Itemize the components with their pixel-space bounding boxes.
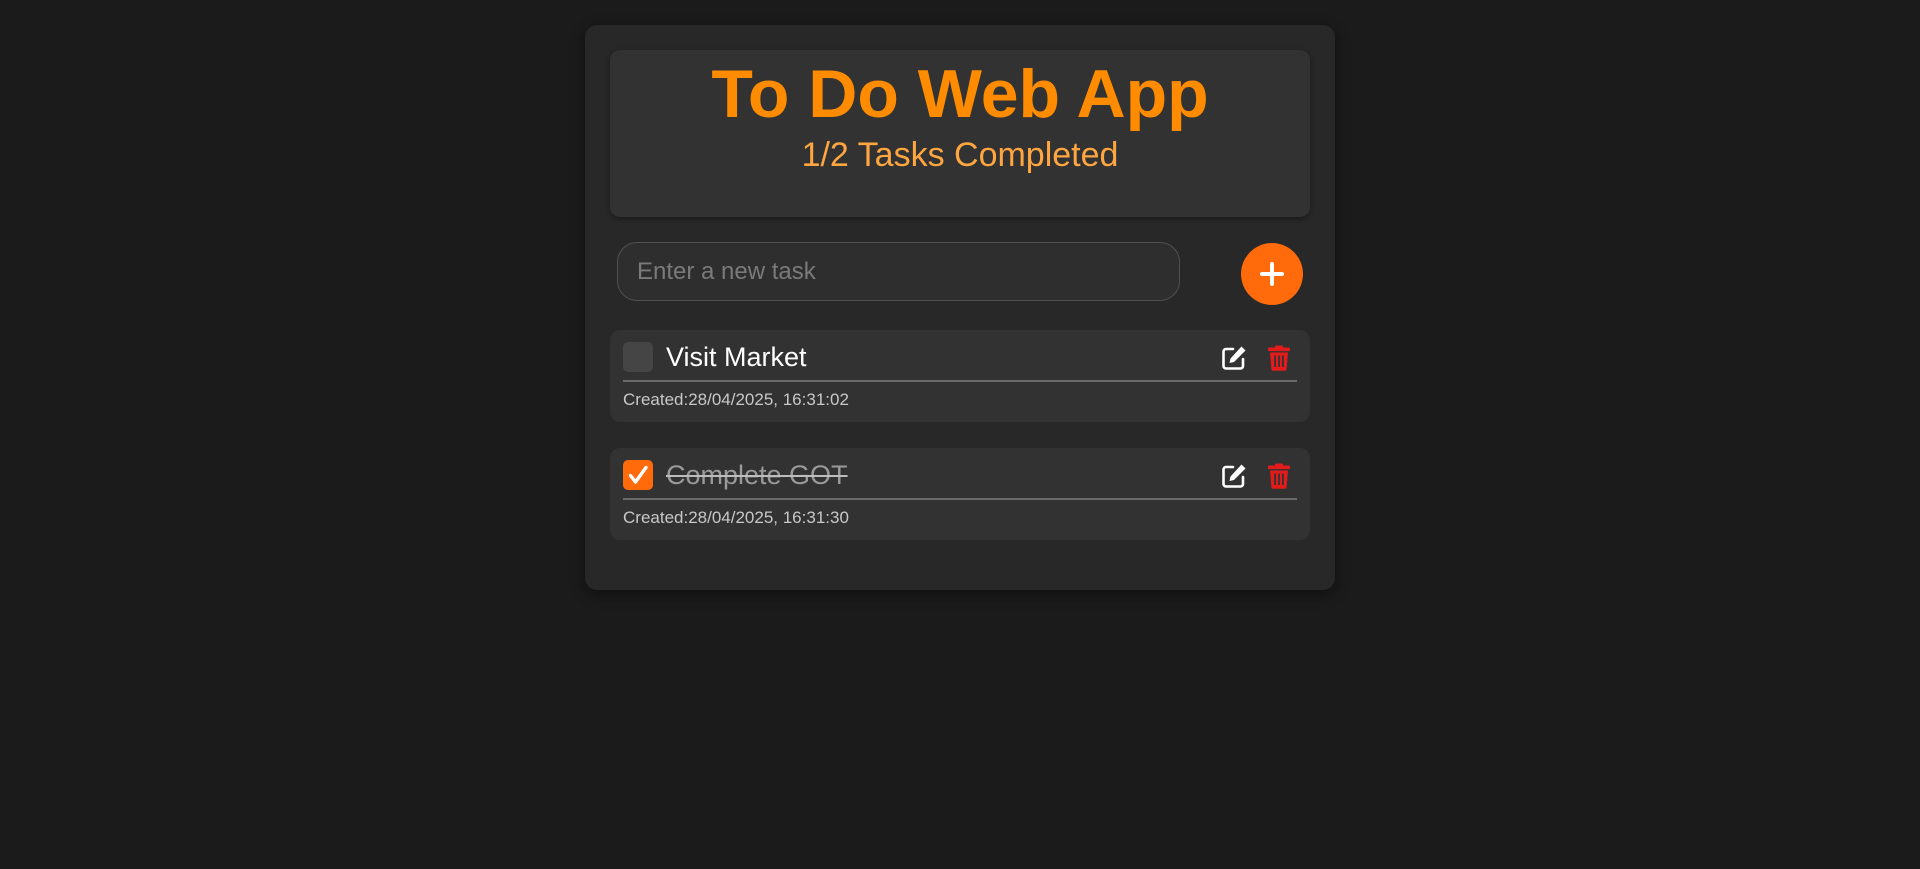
task-checkbox[interactable]	[623, 460, 653, 490]
task-created-date: Created:28/04/2025, 16:31:30	[623, 508, 849, 527]
app-container: To Do Web App 1/2 Tasks Completed Visit …	[585, 25, 1335, 590]
edit-task-button[interactable]	[1219, 343, 1249, 373]
task-divider	[623, 498, 1297, 500]
task-divider	[623, 380, 1297, 382]
progress-status: 1/2 Tasks Completed	[610, 138, 1310, 187]
task-created-date: Created:28/04/2025, 16:31:02	[623, 390, 849, 409]
trash-icon	[1268, 345, 1290, 371]
task-item: Visit Market Created:28/04/2025, 16:31:0…	[610, 330, 1310, 422]
progress-status-text: 1/2 Tasks Completed	[801, 136, 1119, 174]
edit-icon	[1222, 464, 1246, 488]
delete-task-button[interactable]	[1264, 461, 1294, 491]
add-task-button[interactable]	[1241, 243, 1303, 305]
new-task-input[interactable]	[617, 242, 1180, 301]
header-panel: To Do Web App 1/2 Tasks Completed	[610, 50, 1310, 217]
task-checkbox[interactable]	[623, 342, 653, 372]
edit-task-button[interactable]	[1219, 461, 1249, 491]
checkmark-icon	[623, 460, 653, 490]
task-item: Complete GOT Created:28/04/2025, 16:31:3…	[610, 448, 1310, 540]
task-text: Visit Market	[666, 342, 807, 372]
trash-icon	[1268, 463, 1290, 489]
app-title-text: To Do Web App	[711, 56, 1209, 132]
edit-icon	[1222, 346, 1246, 370]
task-text: Complete GOT	[666, 460, 848, 490]
delete-task-button[interactable]	[1264, 343, 1294, 373]
